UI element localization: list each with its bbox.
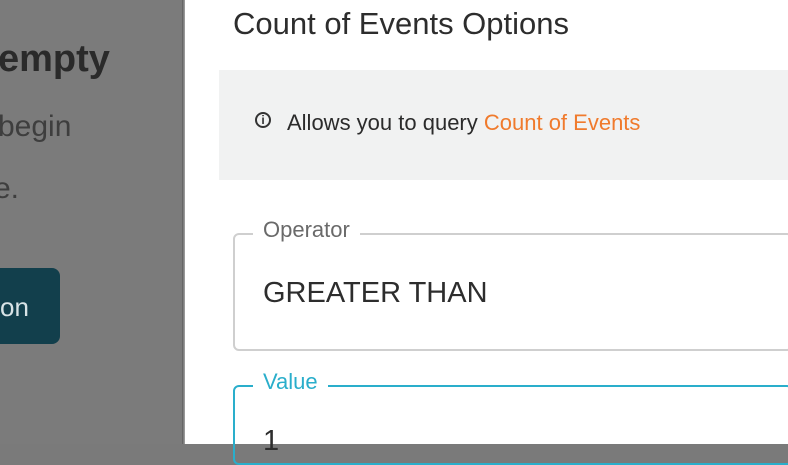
info-banner: i Allows you to query Count of Events bbox=[219, 70, 788, 180]
count-of-events-link[interactable]: Count of Events bbox=[484, 110, 641, 135]
drawer-title: Count of Events Options bbox=[233, 6, 570, 41]
info-text-label: Allows you to query bbox=[287, 110, 484, 135]
operator-select[interactable]: Operator GREATER THAN bbox=[233, 217, 788, 351]
operator-value: GREATER THAN bbox=[263, 277, 488, 309]
background-page-text: begin bbox=[0, 110, 72, 143]
value-input[interactable]: Value 1 bbox=[233, 369, 788, 465]
background-action-button: on bbox=[0, 268, 60, 344]
background-page-title: empty bbox=[0, 38, 110, 80]
value-label: Value bbox=[253, 369, 328, 395]
operator-label: Operator bbox=[253, 217, 360, 243]
value-input-text[interactable]: 1 bbox=[263, 425, 279, 458]
info-circle-icon: i bbox=[255, 112, 271, 128]
background-page: empty begin e. on bbox=[0, 0, 182, 444]
info-text: Allows you to query Count of Events bbox=[287, 110, 640, 136]
background-page-text: e. bbox=[0, 172, 20, 205]
options-drawer: Count of Events Options i Allows you to … bbox=[185, 0, 788, 465]
